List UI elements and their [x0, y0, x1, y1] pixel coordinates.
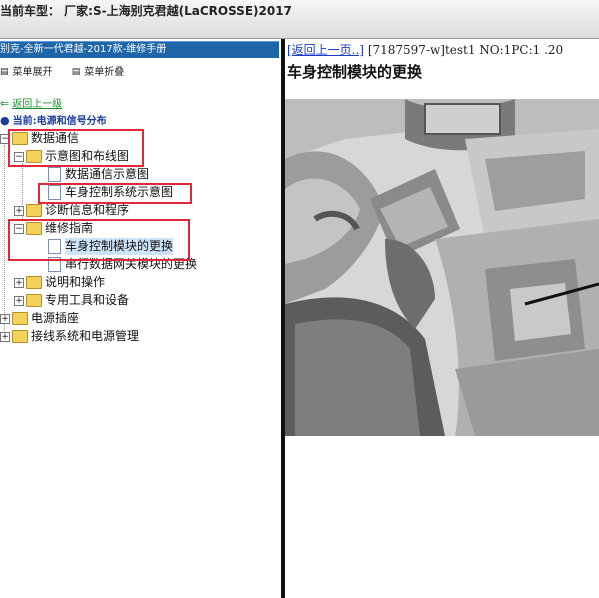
tree-item-description[interactable]: + 说明和操作	[14, 274, 105, 291]
doc-info: [7187597-w]test1 NO:1PC:1 .20	[364, 43, 564, 57]
current-location: 当前:电源和信号分布	[12, 116, 107, 127]
back-up-level-link[interactable]: 返回上一级	[12, 99, 62, 110]
folder-icon	[26, 204, 42, 217]
folder-icon	[26, 276, 42, 289]
back-page-link[interactable]: [返回上一页..]	[287, 43, 364, 57]
back-arrow-icon: ⇐	[0, 97, 10, 110]
tree-item-special-tools[interactable]: + 专用工具和设备	[14, 292, 129, 309]
folder-icon	[12, 330, 28, 343]
tree-item-power-outlet[interactable]: + 电源插座	[0, 310, 79, 327]
tree-item-wiring-power[interactable]: + 接线系统和电源管理	[0, 328, 139, 345]
expand-icon[interactable]: +	[0, 313, 10, 324]
doc-header-line: [返回上一页..] [7187597-w]test1 NO:1PC:1 .20	[287, 41, 563, 58]
tree-item-data-comm-schematic[interactable]: 数据通信示意图	[48, 166, 149, 183]
document-icon	[48, 167, 61, 182]
window-title: 当前车型： 厂家:S-上海别克君越(LaCROSSE)2017	[0, 4, 292, 18]
back-up-level-row[interactable]: ⇐ 返回上一级	[0, 95, 62, 112]
tree-toolbar: ▤ 菜单展开 ▤ 菜单折叠	[0, 63, 140, 79]
expand-icon[interactable]: +	[14, 295, 24, 306]
expand-menu-button[interactable]: ▤ 菜单展开	[0, 63, 61, 78]
collapse-icon: ▤	[71, 67, 81, 77]
navigation-panel: 别克-全新一代君越-2017款-维修手册 ▤ 菜单展开 ▤ 菜单折叠 ⇐ 返回上一级 …	[0, 39, 281, 598]
tree-connector	[4, 145, 5, 335]
highlight-box	[38, 183, 192, 204]
manual-title: 别克-全新一代君越-2017款-维修手册	[0, 41, 279, 58]
expand-icon[interactable]: +	[0, 331, 10, 342]
current-location-row: ● 当前:电源和信号分布	[0, 112, 107, 129]
window-titlebar: 当前车型： 厂家:S-上海别克君越(LaCROSSE)2017	[0, 0, 599, 39]
folder-icon	[26, 294, 42, 307]
content-panel: [返回上一页..] [7187597-w]test1 NO:1PC:1 .20 …	[285, 39, 599, 598]
expand-icon[interactable]: +	[14, 205, 24, 216]
location-icon: ●	[0, 114, 10, 127]
page-title: 车身控制模块的更换	[287, 63, 423, 81]
expand-icon[interactable]: +	[14, 277, 24, 288]
folder-icon	[12, 312, 28, 325]
expand-icon: ▤	[0, 67, 9, 77]
highlight-box	[8, 219, 190, 261]
tree-item-diag-info[interactable]: + 诊断信息和程序	[14, 202, 129, 219]
highlight-box	[8, 129, 144, 167]
dashboard-illustration	[285, 99, 599, 436]
collapse-menu-button[interactable]: ▤ 菜单折叠	[72, 63, 133, 78]
